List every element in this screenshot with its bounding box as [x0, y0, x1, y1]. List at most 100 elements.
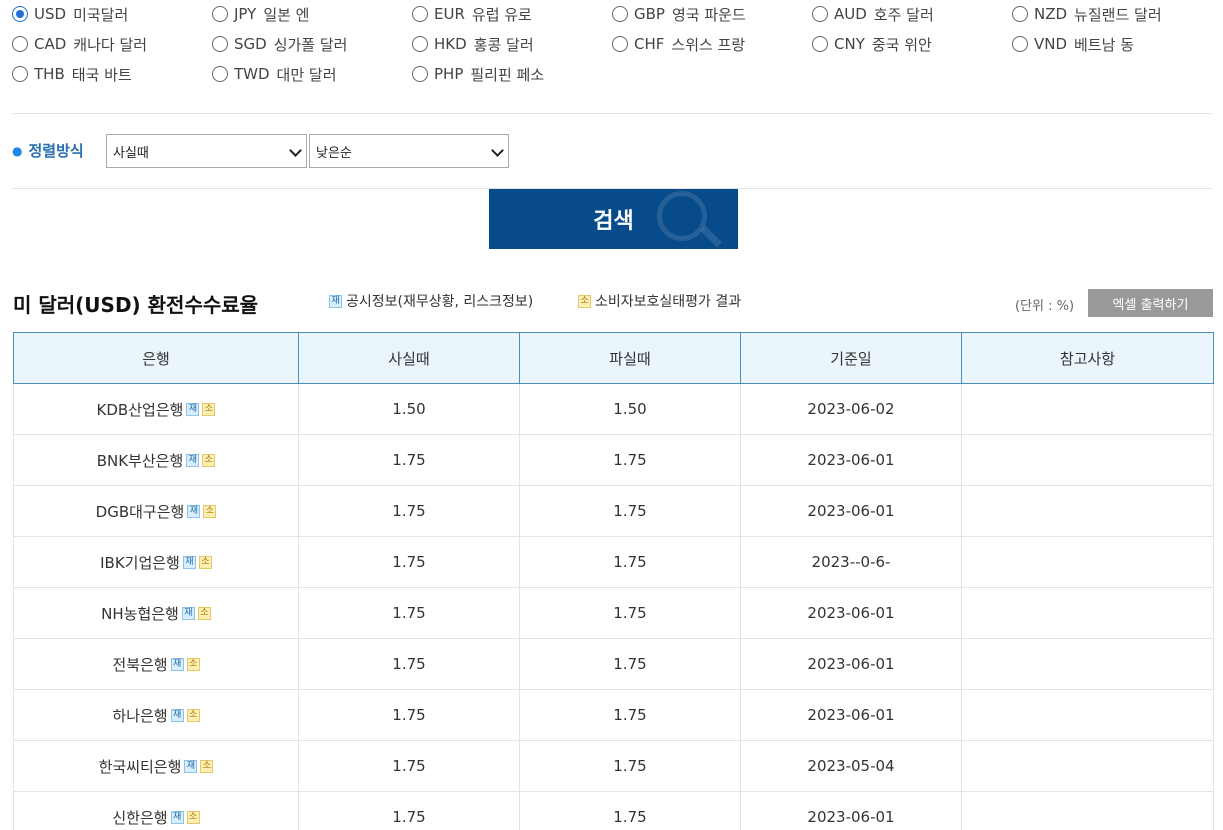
bank-cell: 한국씨티은행 재 소: [13, 740, 299, 792]
currency-option-cad[interactable]: CAD 캐나다 달러: [12, 33, 147, 55]
consumer-badge-icon[interactable]: 소: [202, 453, 216, 467]
currency-option-thb[interactable]: THB 태국 바트: [12, 63, 132, 85]
currency-option-gbp[interactable]: GBP 영국 파운드: [612, 3, 746, 25]
sell-rate: 1.50: [519, 383, 741, 435]
disclosure-badge-icon[interactable]: 재: [170, 657, 184, 671]
chevron-down-icon: [289, 144, 302, 157]
note: [961, 485, 1214, 537]
currency-code: PHP: [434, 65, 464, 83]
radio-cny[interactable]: [812, 36, 828, 52]
disclosure-badge-icon[interactable]: 재: [170, 810, 184, 824]
bank-name[interactable]: BNK부산은행: [97, 450, 184, 471]
consumer-badge-icon[interactable]: 소: [186, 810, 200, 824]
currency-option-eur[interactable]: EUR 유럽 유로: [412, 3, 532, 25]
exchange-fee-page: USD 미국달러 JPY 일본 엔 EUR 유럽 유로 GBP 영국 파운드 A…: [0, 0, 1223, 830]
consumer-badge-icon[interactable]: 소: [202, 402, 216, 416]
currency-name: 유럽 유로: [471, 5, 532, 24]
currency-option-hkd[interactable]: HKD 홍콩 달러: [412, 33, 534, 55]
table-row: 신한은행 재 소 1.75 1.75 2023-06-01: [13, 791, 1214, 830]
currency-row: USD 미국달러 JPY 일본 엔 EUR 유럽 유로 GBP 영국 파운드 A…: [12, 3, 1222, 33]
consumer-badge-icon[interactable]: 소: [186, 657, 200, 671]
base-date: 2023-06-01: [740, 434, 962, 486]
excel-export-button[interactable]: 엑셀 출력하기: [1088, 289, 1213, 317]
disclosure-badge-icon[interactable]: 재: [184, 759, 198, 773]
sort-order-value: 낮은순: [316, 145, 352, 161]
currency-option-php[interactable]: PHP 필리핀 페소: [412, 63, 544, 85]
sell-rate: 1.75: [519, 434, 741, 486]
note: [961, 383, 1214, 435]
bank-name[interactable]: 한국씨티은행: [99, 756, 182, 777]
bank-name[interactable]: NH농협은행: [101, 603, 179, 624]
radio-gbp[interactable]: [612, 6, 628, 22]
radio-twd[interactable]: [212, 66, 228, 82]
consumer-badge-icon[interactable]: 소: [197, 606, 211, 620]
radio-vnd[interactable]: [1012, 36, 1028, 52]
radio-usd[interactable]: [12, 6, 28, 22]
radio-php[interactable]: [412, 66, 428, 82]
currency-code: NZD: [1034, 5, 1068, 23]
currency-name: 영국 파운드: [671, 5, 746, 24]
currency-name: 싱가폴 달러: [273, 35, 348, 54]
disclosure-badge-icon[interactable]: 재: [181, 606, 195, 620]
bank-cell: KDB산업은행 재 소: [13, 383, 299, 435]
note: [961, 434, 1214, 486]
currency-option-cny[interactable]: CNY 중국 위안: [812, 33, 932, 55]
sort-field-select[interactable]: 사실때: [106, 134, 307, 168]
disclosure-badge-icon[interactable]: 재: [186, 453, 200, 467]
note: [961, 536, 1214, 588]
radio-jpy[interactable]: [212, 6, 228, 22]
bank-name[interactable]: DGB대구은행: [96, 501, 185, 522]
bullet-icon: ●: [12, 143, 23, 158]
currency-code: GBP: [634, 5, 665, 23]
consumer-badge-icon[interactable]: 소: [200, 759, 214, 773]
currency-option-nzd[interactable]: NZD 뉴질랜드 달러: [1012, 3, 1162, 25]
currency-code: CNY: [834, 35, 865, 53]
currency-code: VND: [1034, 35, 1068, 53]
bank-name[interactable]: IBK기업은행: [100, 552, 180, 573]
currency-option-usd[interactable]: USD 미국달러: [12, 3, 128, 25]
currency-name: 호주 달러: [873, 5, 934, 24]
consumer-badge-icon[interactable]: 소: [203, 504, 217, 518]
search-button[interactable]: 검색: [489, 189, 738, 249]
bank-name[interactable]: 전북은행: [112, 654, 167, 675]
consumer-badge-icon[interactable]: 소: [186, 708, 200, 722]
base-date: 2023-06-02: [740, 383, 962, 435]
currency-option-vnd[interactable]: VND 베트남 동: [1012, 33, 1134, 55]
radio-cad[interactable]: [12, 36, 28, 52]
bank-name[interactable]: 신한은행: [112, 807, 167, 828]
currency-option-sgd[interactable]: SGD 싱가폴 달러: [212, 33, 347, 55]
divider: [12, 113, 1212, 114]
bank-name[interactable]: 하나은행: [112, 705, 167, 726]
disclosure-badge-icon[interactable]: 재: [187, 504, 201, 518]
currency-name: 미국달러: [73, 5, 129, 24]
radio-eur[interactable]: [412, 6, 428, 22]
currency-option-chf[interactable]: CHF 스위스 프랑: [612, 33, 745, 55]
sell-rate: 1.75: [519, 536, 741, 588]
note: [961, 638, 1214, 690]
radio-aud[interactable]: [812, 6, 828, 22]
currency-option-twd[interactable]: TWD 대만 달러: [212, 63, 337, 85]
bank-cell: BNK부산은행 재 소: [13, 434, 299, 486]
disclosure-badge-icon[interactable]: 재: [186, 402, 200, 416]
currency-code: TWD: [234, 65, 270, 83]
consumer-badge-icon[interactable]: 소: [198, 555, 212, 569]
radio-nzd[interactable]: [1012, 6, 1028, 22]
note: [961, 740, 1214, 792]
currency-option-jpy[interactable]: JPY 일본 엔: [212, 3, 309, 25]
bank-cell: 전북은행 재 소: [13, 638, 299, 690]
currency-option-aud[interactable]: AUD 호주 달러: [812, 3, 934, 25]
radio-thb[interactable]: [12, 66, 28, 82]
sort-order-select[interactable]: 낮은순: [309, 134, 509, 168]
legend-consumer-text: 소비자보호실태평가 결과: [595, 294, 742, 310]
disclosure-badge-icon[interactable]: 재: [170, 708, 184, 722]
radio-sgd[interactable]: [212, 36, 228, 52]
column-header-buy: 사실때: [298, 332, 520, 384]
currency-code: SGD: [234, 35, 267, 53]
disclosure-badge-icon[interactable]: 재: [182, 555, 196, 569]
radio-hkd[interactable]: [412, 36, 428, 52]
radio-chf[interactable]: [612, 36, 628, 52]
buy-rate: 1.75: [298, 791, 520, 830]
chevron-down-icon: [491, 144, 504, 157]
bank-name[interactable]: KDB산업은행: [97, 399, 184, 420]
table-row: IBK기업은행 재 소 1.75 1.75 2023--0-6-: [13, 536, 1214, 588]
